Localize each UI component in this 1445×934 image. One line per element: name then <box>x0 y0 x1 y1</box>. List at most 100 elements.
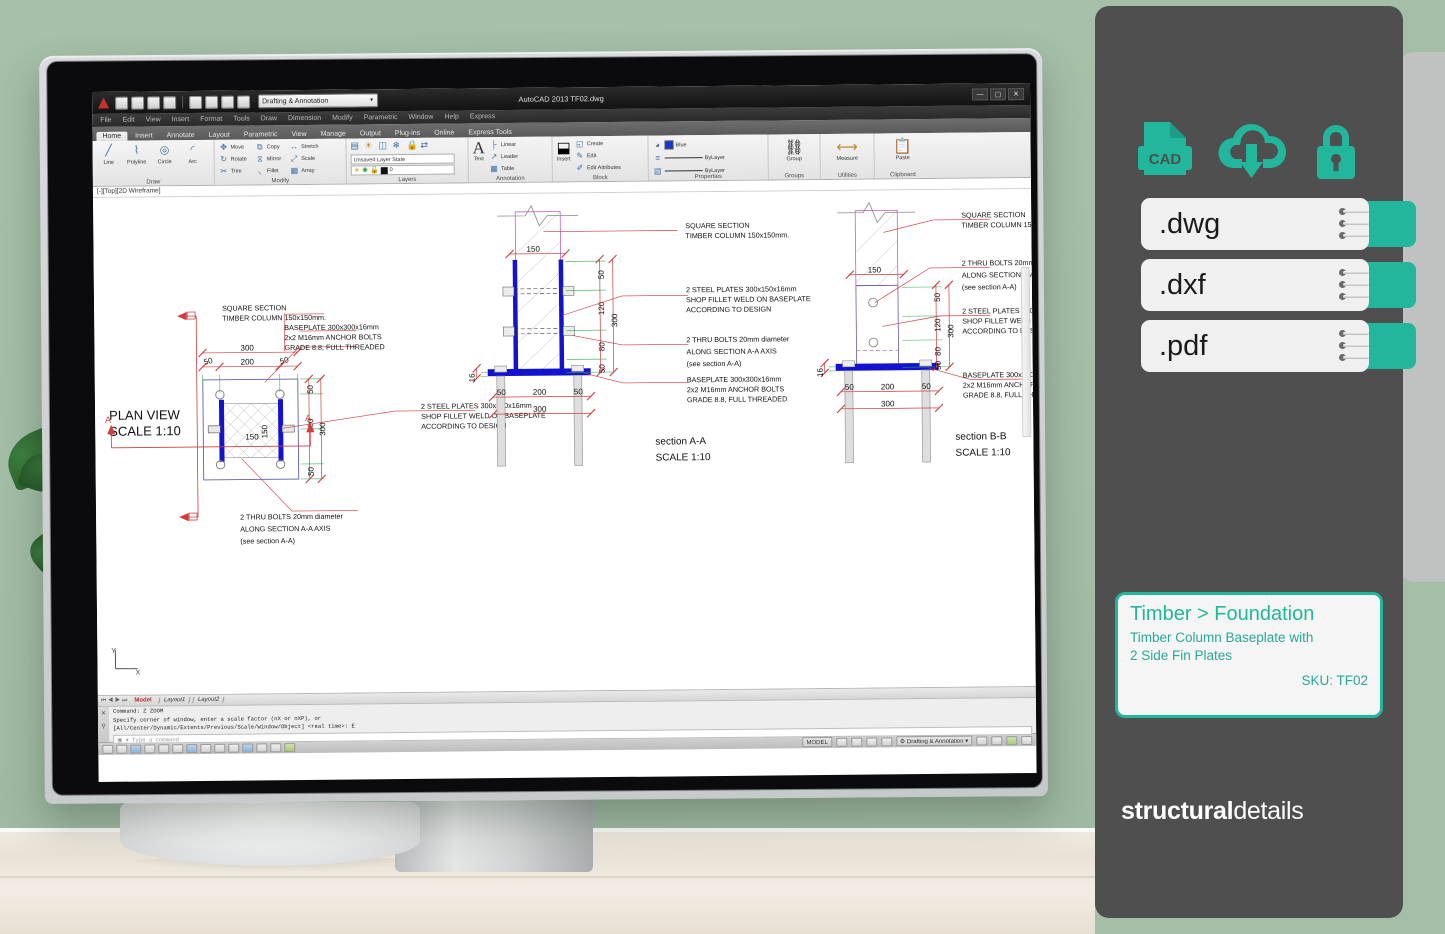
fullscreen-icon[interactable] <box>1021 735 1033 745</box>
menu-item-modify[interactable]: Modify <box>332 114 353 121</box>
layer-state-dropdown[interactable]: Unsaved Layer State <box>350 153 455 165</box>
window-controls[interactable]: — ▢ ✕ <box>972 88 1025 101</box>
tool-linear-dim[interactable]: ├ Linear <box>489 139 518 150</box>
format-card-dwg[interactable]: .dwg <box>1141 198 1369 250</box>
workspace-switching-button[interactable]: ⚙ Drafting & Annotation ▾ <box>895 735 973 747</box>
menu-item-dimension[interactable]: Dimension <box>288 115 321 122</box>
layer-isolate-icon[interactable]: ◫ <box>378 140 390 152</box>
tab-layout1[interactable]: Layout1 <box>158 697 191 704</box>
status-drafting-tools[interactable] <box>102 742 296 754</box>
tool-polyline[interactable]: ⌇ Polyline <box>124 142 148 166</box>
color-swatch[interactable] <box>664 140 674 150</box>
menu-item-tools[interactable]: Tools <box>233 115 249 122</box>
tool-fillet[interactable]: ◟ Fillet <box>255 165 281 176</box>
tab-plugins[interactable]: Plug-ins <box>389 129 426 138</box>
tool-scale[interactable]: ⤢ Scale <box>289 153 319 164</box>
tool-leader[interactable]: ↗ Leader <box>489 151 519 162</box>
menu-item-file[interactable]: File <box>100 117 111 124</box>
customization-icon[interactable] <box>1006 735 1018 745</box>
command-line-area[interactable]: ✕ ⚲ Command: Z ZOOM Specify corner of wi… <box>97 696 1037 744</box>
tool-trim[interactable]: ✂ Trim <box>219 166 247 177</box>
menu-item-edit[interactable]: Edit <box>123 117 135 124</box>
layer-color-swatch[interactable] <box>380 166 388 174</box>
isolate-objects-icon[interactable] <box>284 742 296 752</box>
tab-annotate[interactable]: Annotate <box>161 131 201 140</box>
annotation-scale-icon[interactable] <box>270 742 282 752</box>
drawing-canvas[interactable]: PLAN VIEW SCALE 1:10 300 200 50 50 300 5… <box>93 188 1036 695</box>
tool-move[interactable]: ✥ Move <box>218 142 246 153</box>
tool-copy[interactable]: ⧉ Copy <box>255 141 281 152</box>
layer-sun-icon[interactable]: ✺ <box>362 166 368 174</box>
layer-properties-icon[interactable]: ▤ <box>350 140 362 152</box>
qat-open-icon[interactable] <box>131 96 145 110</box>
format-item-dwg[interactable]: .dwg <box>1141 198 1416 250</box>
dynamic-input-icon[interactable] <box>200 743 212 753</box>
tool-stretch[interactable]: ↔ Stretch <box>289 141 319 152</box>
tool-text[interactable]: A Text <box>472 138 485 162</box>
qat-new-icon[interactable] <box>115 96 129 110</box>
tool-circle[interactable]: ◎ Circle <box>152 142 176 166</box>
menu-item-draw[interactable]: Draw <box>261 115 277 122</box>
format-card-pdf[interactable]: .pdf <box>1141 320 1369 372</box>
pin-icon[interactable]: ⚲ <box>101 723 105 730</box>
annotation-monitor-icon[interactable] <box>256 742 268 752</box>
annotation-visibility-icon[interactable] <box>835 737 847 747</box>
status-bar-right[interactable]: MODEL ⚙ Drafting & Annotation ▾ <box>802 735 1033 748</box>
tool-group[interactable]: ⛓ Group <box>772 138 815 162</box>
viewport-scale-icon[interactable] <box>865 736 877 747</box>
tool-rotate[interactable]: ↻ Rotate <box>219 154 247 165</box>
auto-scale-icon[interactable] <box>850 737 862 747</box>
tool-arc[interactable]: ◜ Arc <box>180 142 204 166</box>
grid-icon[interactable] <box>116 744 128 754</box>
layer-freeze-icon[interactable]: ❄ <box>392 140 404 152</box>
tab-layout[interactable]: Layout <box>203 131 236 140</box>
format-item-dxf[interactable]: .dxf <box>1141 259 1416 311</box>
workspace-selector[interactable]: Drafting & Annotation ▼ <box>258 93 379 109</box>
object-snap-icon[interactable] <box>158 743 170 753</box>
qat-undo-icon[interactable] <box>221 95 235 109</box>
clean-screen-icon[interactable] <box>991 735 1003 745</box>
transparency-icon[interactable] <box>228 743 240 753</box>
dynamic-ucs-icon[interactable] <box>186 743 198 753</box>
canvas-vertical-scrollbar[interactable] <box>1020 267 1032 438</box>
tab-home[interactable]: Home <box>96 131 128 141</box>
ortho-icon[interactable] <box>130 744 142 754</box>
quick-access-toolbar[interactable] <box>115 94 251 110</box>
lineweight-display-icon[interactable] <box>214 743 226 753</box>
qat-plot-icon[interactable] <box>189 95 203 109</box>
maximize-button[interactable]: ▢ <box>990 88 1007 101</box>
tab-model[interactable]: Model <box>130 697 155 703</box>
property-color[interactable]: ◕ Blue <box>652 139 763 151</box>
close-button[interactable]: ✕ <box>1008 88 1025 101</box>
tab-parametric[interactable]: Parametric <box>238 130 284 139</box>
tool-array[interactable]: ▦ Array <box>289 165 319 176</box>
chevron-down-icon[interactable]: ▼ <box>369 97 374 103</box>
selection-cycling-icon[interactable] <box>242 742 254 753</box>
osnap-tracking-icon[interactable] <box>172 743 184 753</box>
layer-match-icon[interactable]: ⇄ <box>420 140 432 152</box>
hardware-acceleration-icon[interactable] <box>976 735 988 746</box>
menu-item-express[interactable]: Express <box>470 113 495 120</box>
qat-pan-icon[interactable] <box>205 95 219 109</box>
tool-create-block[interactable]: ◱ Create <box>575 138 621 149</box>
menu-item-view[interactable]: View <box>146 116 161 123</box>
minimize-button[interactable]: — <box>972 88 989 101</box>
tab-insert[interactable]: Insert <box>129 131 159 140</box>
tab-layout2[interactable]: Layout2 <box>192 696 226 704</box>
tab-view[interactable]: View <box>285 130 312 139</box>
qat-saveas-icon[interactable] <box>163 95 177 109</box>
menu-item-help[interactable]: Help <box>444 113 458 120</box>
tool-line[interactable]: ╱ Line <box>96 143 120 166</box>
tool-edit-attributes[interactable]: ✐ Edit Attributes <box>575 162 621 173</box>
menu-item-format[interactable]: Format <box>200 116 222 123</box>
layer-lock-icon[interactable]: 🔒 <box>406 140 418 152</box>
menu-item-insert[interactable]: Insert <box>172 116 190 123</box>
layout-nav-buttons[interactable]: ⏮ ◀ ▶ ⏭ <box>101 697 128 704</box>
layer-off-icon[interactable]: ☀ <box>364 140 376 152</box>
menu-item-parametric[interactable]: Parametric <box>364 114 398 121</box>
layer-padlock-icon[interactable]: 🔓 <box>370 166 379 174</box>
tool-edit-block[interactable]: ✎ Edit <box>575 150 621 161</box>
format-item-pdf[interactable]: .pdf <box>1141 320 1416 372</box>
polar-tracking-icon[interactable] <box>144 743 156 754</box>
menu-item-window[interactable]: Window <box>409 114 434 121</box>
